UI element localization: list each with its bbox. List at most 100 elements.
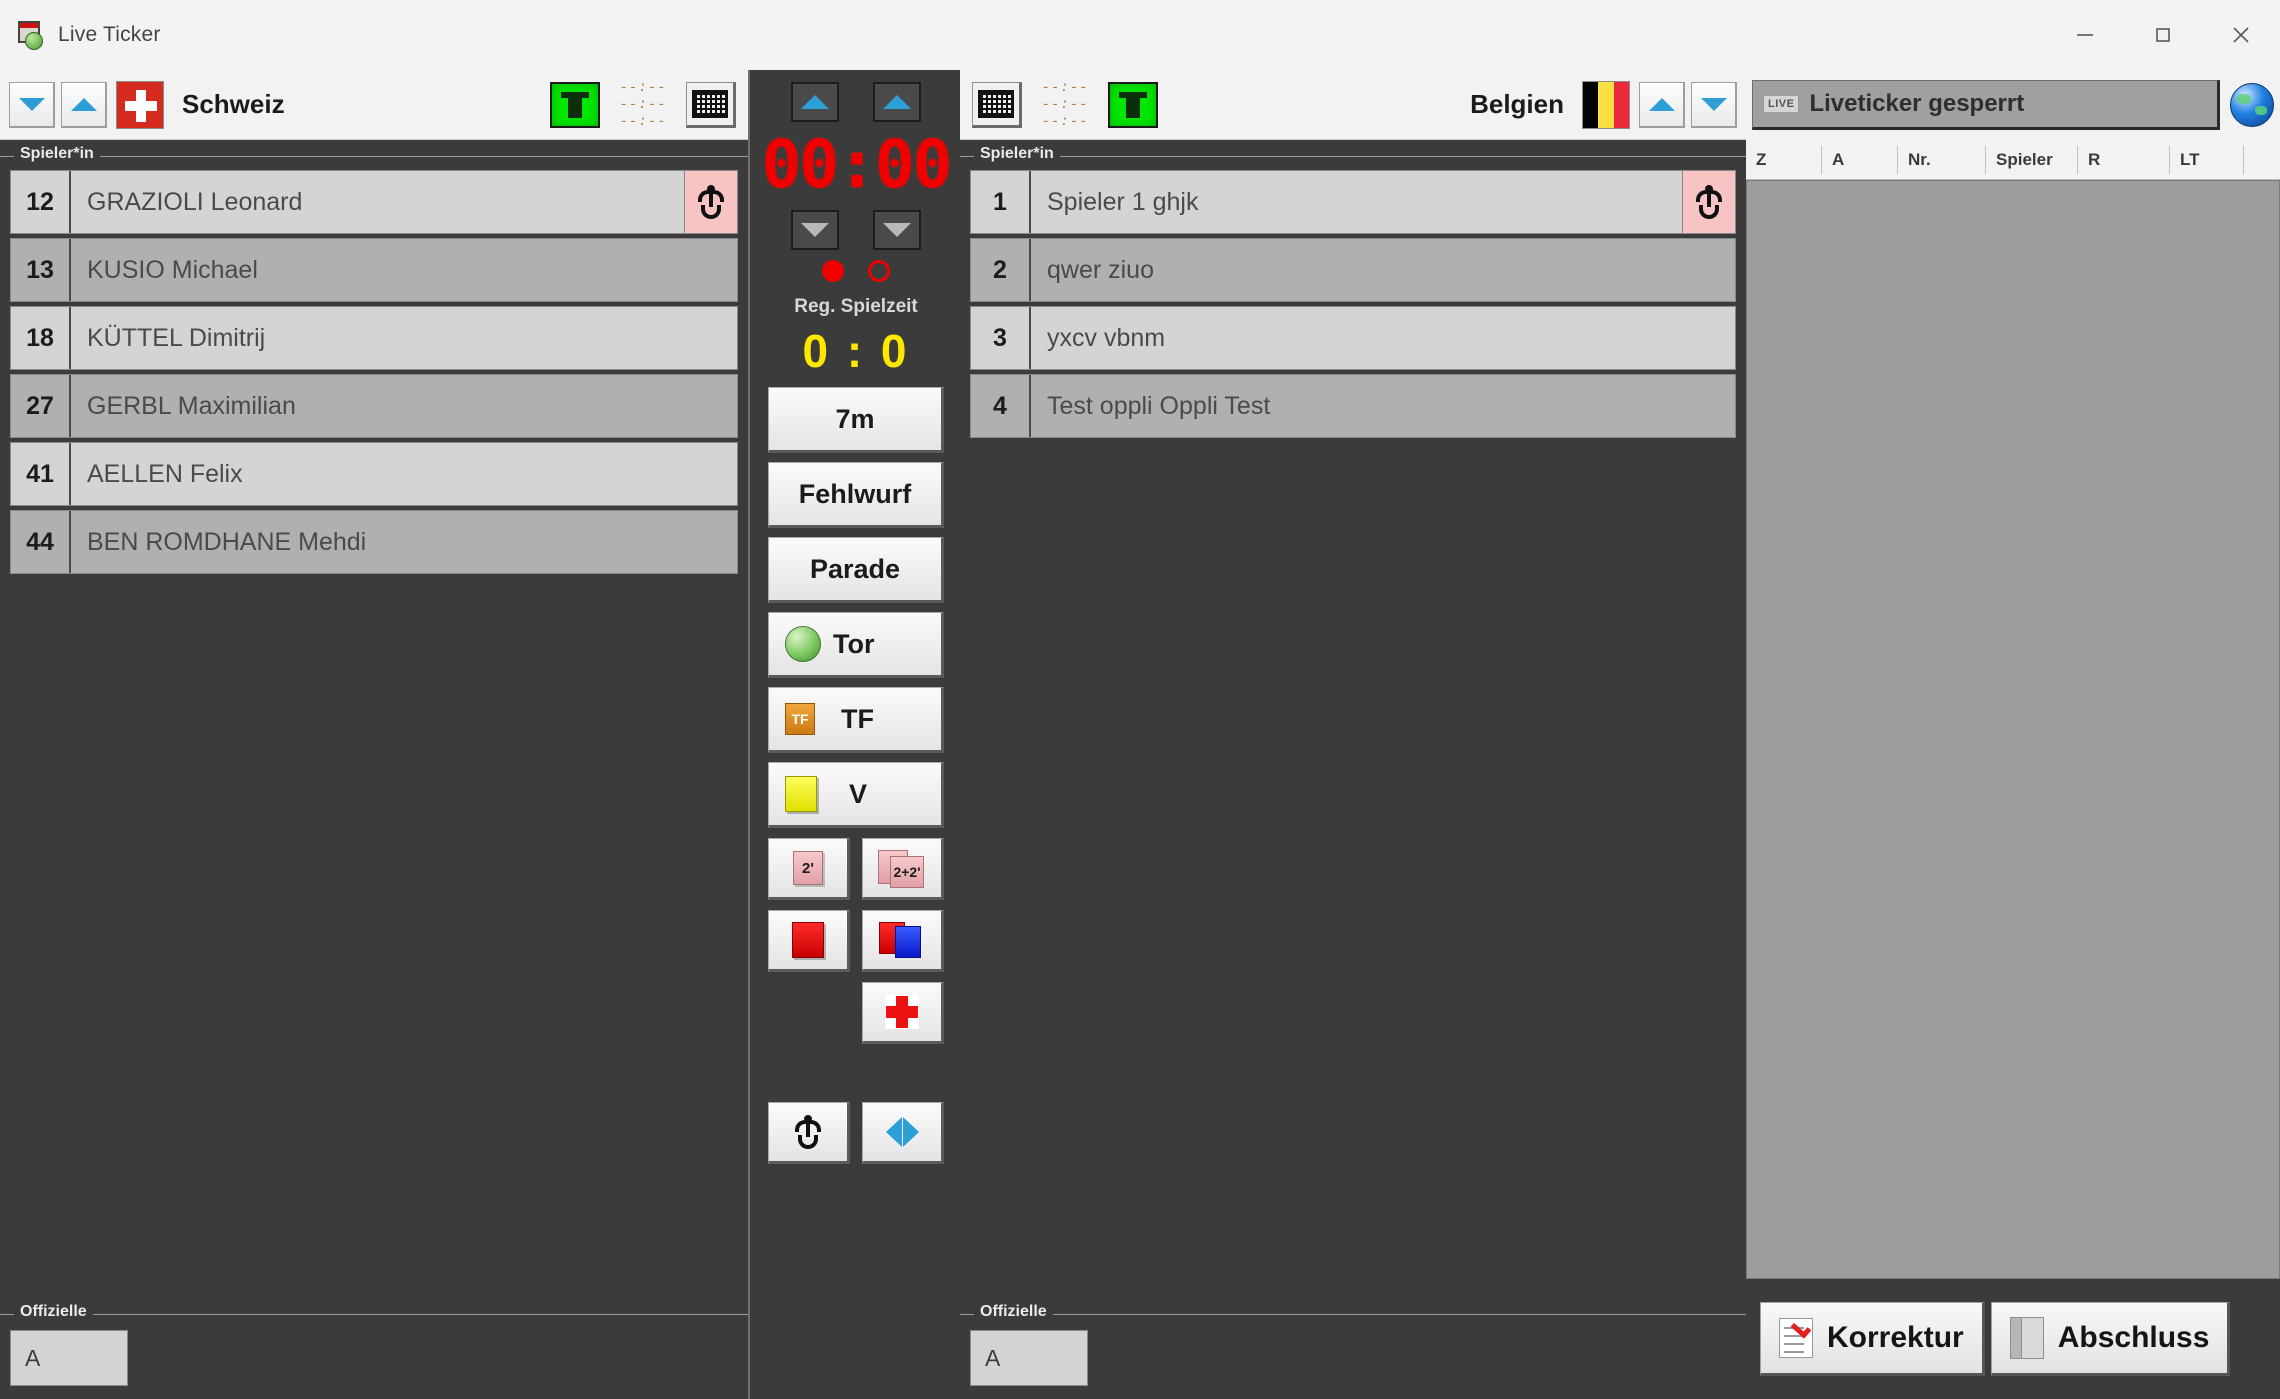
warning-label: V [849, 778, 868, 809]
column-header-a[interactable]: A [1822, 145, 1898, 174]
technical-fault-button[interactable]: TF TF [768, 687, 944, 753]
table-row[interactable]: 1 Spieler 1 ghjk [970, 170, 1736, 234]
home-scroll-up-button[interactable] [61, 81, 107, 128]
player-number: 44 [11, 511, 71, 573]
player-figure-button[interactable] [768, 1102, 850, 1164]
table-row[interactable]: 27 GERBL Maximilian [10, 374, 738, 438]
away-players-group-title: Spieler*in [974, 145, 1060, 163]
title-bar: Live Ticker [0, 0, 2280, 71]
player-action-row [750, 1102, 962, 1164]
abschluss-label: Abschluss [2057, 1321, 2210, 1354]
table-row[interactable]: 44 BEN ROMDHANE Mehdi [10, 510, 738, 574]
red-blue-card-button[interactable] [862, 910, 944, 972]
minimize-button[interactable] [2046, 0, 2124, 70]
goal-button[interactable]: Tor [768, 612, 944, 678]
substitution-button[interactable] [862, 1102, 944, 1164]
liveticker-status-button[interactable]: LIVE Liveticker gesperrt [1752, 80, 2220, 130]
player-name: GERBL Maximilian [87, 391, 296, 420]
korrektur-button[interactable]: Korrektur [1760, 1302, 1985, 1376]
away-timeout-display: --:-- --:-- --:-- [1032, 81, 1098, 129]
liveticker-event-list[interactable] [1746, 180, 2280, 1279]
away-goal-net-button[interactable] [972, 81, 1022, 128]
liveticker-header: LIVE Liveticker gesperrt [1746, 70, 2280, 140]
clock-minute-up-button[interactable] [791, 82, 839, 122]
column-header-r[interactable]: R [2078, 145, 2170, 174]
player-figure-icon [795, 1115, 821, 1149]
away-scroll-up-button[interactable] [1639, 81, 1685, 128]
live-ticker-window: Live Ticker Schweiz --:-- --:-- --:-- Sp… [0, 0, 2280, 1399]
liveticker-panel: LIVE Liveticker gesperrt Z A Nr. Spieler… [1746, 70, 2280, 1399]
abschluss-button[interactable]: Abschluss [1990, 1302, 2231, 1376]
clock-minute-down-button[interactable] [791, 210, 839, 250]
official-row[interactable]: A [10, 1330, 738, 1386]
goalkeeper-badge[interactable] [1682, 171, 1735, 233]
book-icon [2009, 1317, 2044, 1359]
table-row[interactable]: 12 GRAZIOLI Leonard [10, 170, 738, 234]
liveticker-status-text: Liveticker gesperrt [1809, 90, 2025, 117]
official-row[interactable]: A [970, 1330, 1736, 1386]
table-row[interactable]: 2 qwer ziuo [970, 238, 1736, 302]
two-plus-two-button[interactable]: 2+2' [862, 838, 944, 900]
column-header-nr[interactable]: Nr. [1898, 145, 1986, 174]
table-row[interactable]: 3 yxcv vbnm [970, 306, 1736, 370]
player-number: 12 [11, 171, 71, 233]
column-header-z[interactable]: Z [1746, 145, 1822, 174]
red-card-icon [792, 922, 824, 958]
window-controls [2046, 0, 2280, 70]
maximize-button[interactable] [2124, 0, 2202, 70]
home-team-name: Schweiz [182, 89, 285, 119]
goalkeeper-icon [1696, 185, 1722, 219]
warning-button[interactable]: V [768, 762, 944, 828]
player-number: 3 [971, 307, 1031, 369]
away-scroll-down-button[interactable] [1691, 81, 1737, 128]
home-goal-net-button[interactable] [686, 81, 736, 128]
missed-throw-button[interactable]: Fehlwurf [768, 462, 944, 528]
table-row[interactable]: 41 AELLEN Felix [10, 442, 738, 506]
home-scroll-down-button[interactable] [9, 81, 55, 128]
away-officials-group: Offizielle A [960, 1303, 1746, 1399]
close-button[interactable] [2202, 0, 2280, 70]
home-officials-list: A [10, 1330, 738, 1386]
suspension-row: 2' 2+2' [750, 838, 962, 900]
table-row[interactable]: 13 KUSIO Michael [10, 238, 738, 302]
player-number: 2 [971, 239, 1031, 301]
clock-stopped-indicator-icon[interactable] [868, 260, 890, 282]
away-team-name: Belgien [1470, 89, 1564, 119]
official-letter: A [970, 1330, 1088, 1386]
save-button[interactable]: Parade [768, 537, 944, 603]
home-officials-group-title: Offizielle [14, 1303, 93, 1321]
column-header-spieler[interactable]: Spieler [1986, 145, 2078, 174]
home-timeout-button[interactable] [550, 81, 600, 128]
injury-button[interactable] [862, 982, 944, 1044]
column-header-lt[interactable]: LT [2170, 145, 2244, 174]
globe-icon[interactable] [2230, 83, 2274, 127]
official-letter: A [10, 1330, 128, 1386]
goalkeeper-badge[interactable] [684, 171, 737, 233]
red-card-button[interactable] [768, 910, 850, 972]
game-clock: 00:00 [761, 126, 953, 203]
clock-second-down-button[interactable] [873, 210, 921, 250]
column-header-extra[interactable] [2244, 146, 2280, 174]
clock-down-arrows [750, 210, 962, 250]
live-badge-icon: LIVE [1763, 95, 1800, 113]
player-number: 18 [11, 307, 71, 369]
two-plus-two-label: 2+2' [890, 856, 924, 888]
injury-cross-icon [885, 995, 919, 1029]
missed-throw-label: Fehlwurf [798, 478, 912, 509]
player-number: 41 [11, 443, 71, 505]
clock-running-indicator-icon[interactable] [822, 260, 844, 282]
red-blue-card-icon [879, 922, 925, 958]
clock-second-up-button[interactable] [873, 82, 921, 122]
table-row[interactable]: 18 KÜTTEL Dimitrij [10, 306, 738, 370]
window-title: Live Ticker [58, 23, 161, 46]
table-row[interactable]: 4 Test oppli Oppli Test [970, 374, 1736, 438]
seven-meter-button[interactable]: 7m [768, 387, 944, 453]
away-timeout-button[interactable] [1108, 81, 1158, 128]
two-minute-button[interactable]: 2' [768, 838, 850, 900]
home-timeout-display: --:-- --:-- --:-- [610, 81, 676, 129]
goalkeeper-icon [698, 185, 724, 219]
goal-label: Tor [833, 628, 875, 659]
home-team-panel: Schweiz --:-- --:-- --:-- Spieler*in 12 … [0, 70, 748, 1399]
away-team-flag-icon [1582, 80, 1630, 129]
player-number: 27 [11, 375, 71, 437]
